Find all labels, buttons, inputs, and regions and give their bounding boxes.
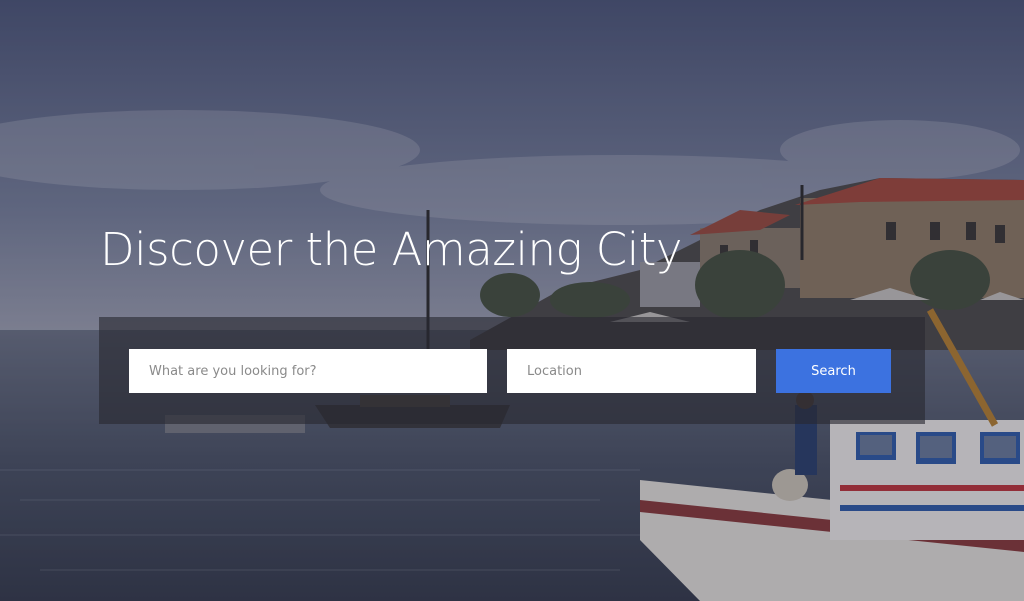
- search-panel: Search: [99, 317, 925, 424]
- location-input[interactable]: [527, 349, 736, 393]
- keyword-input[interactable]: [149, 349, 467, 393]
- search-button[interactable]: Search: [776, 349, 891, 393]
- hero-headline: Discover the Amazing City: [100, 223, 683, 276]
- hero-section: Discover the Amazing City Search: [0, 0, 1024, 601]
- location-field[interactable]: [507, 349, 756, 393]
- keyword-field[interactable]: [129, 349, 487, 393]
- hero-overlay: [0, 0, 1024, 601]
